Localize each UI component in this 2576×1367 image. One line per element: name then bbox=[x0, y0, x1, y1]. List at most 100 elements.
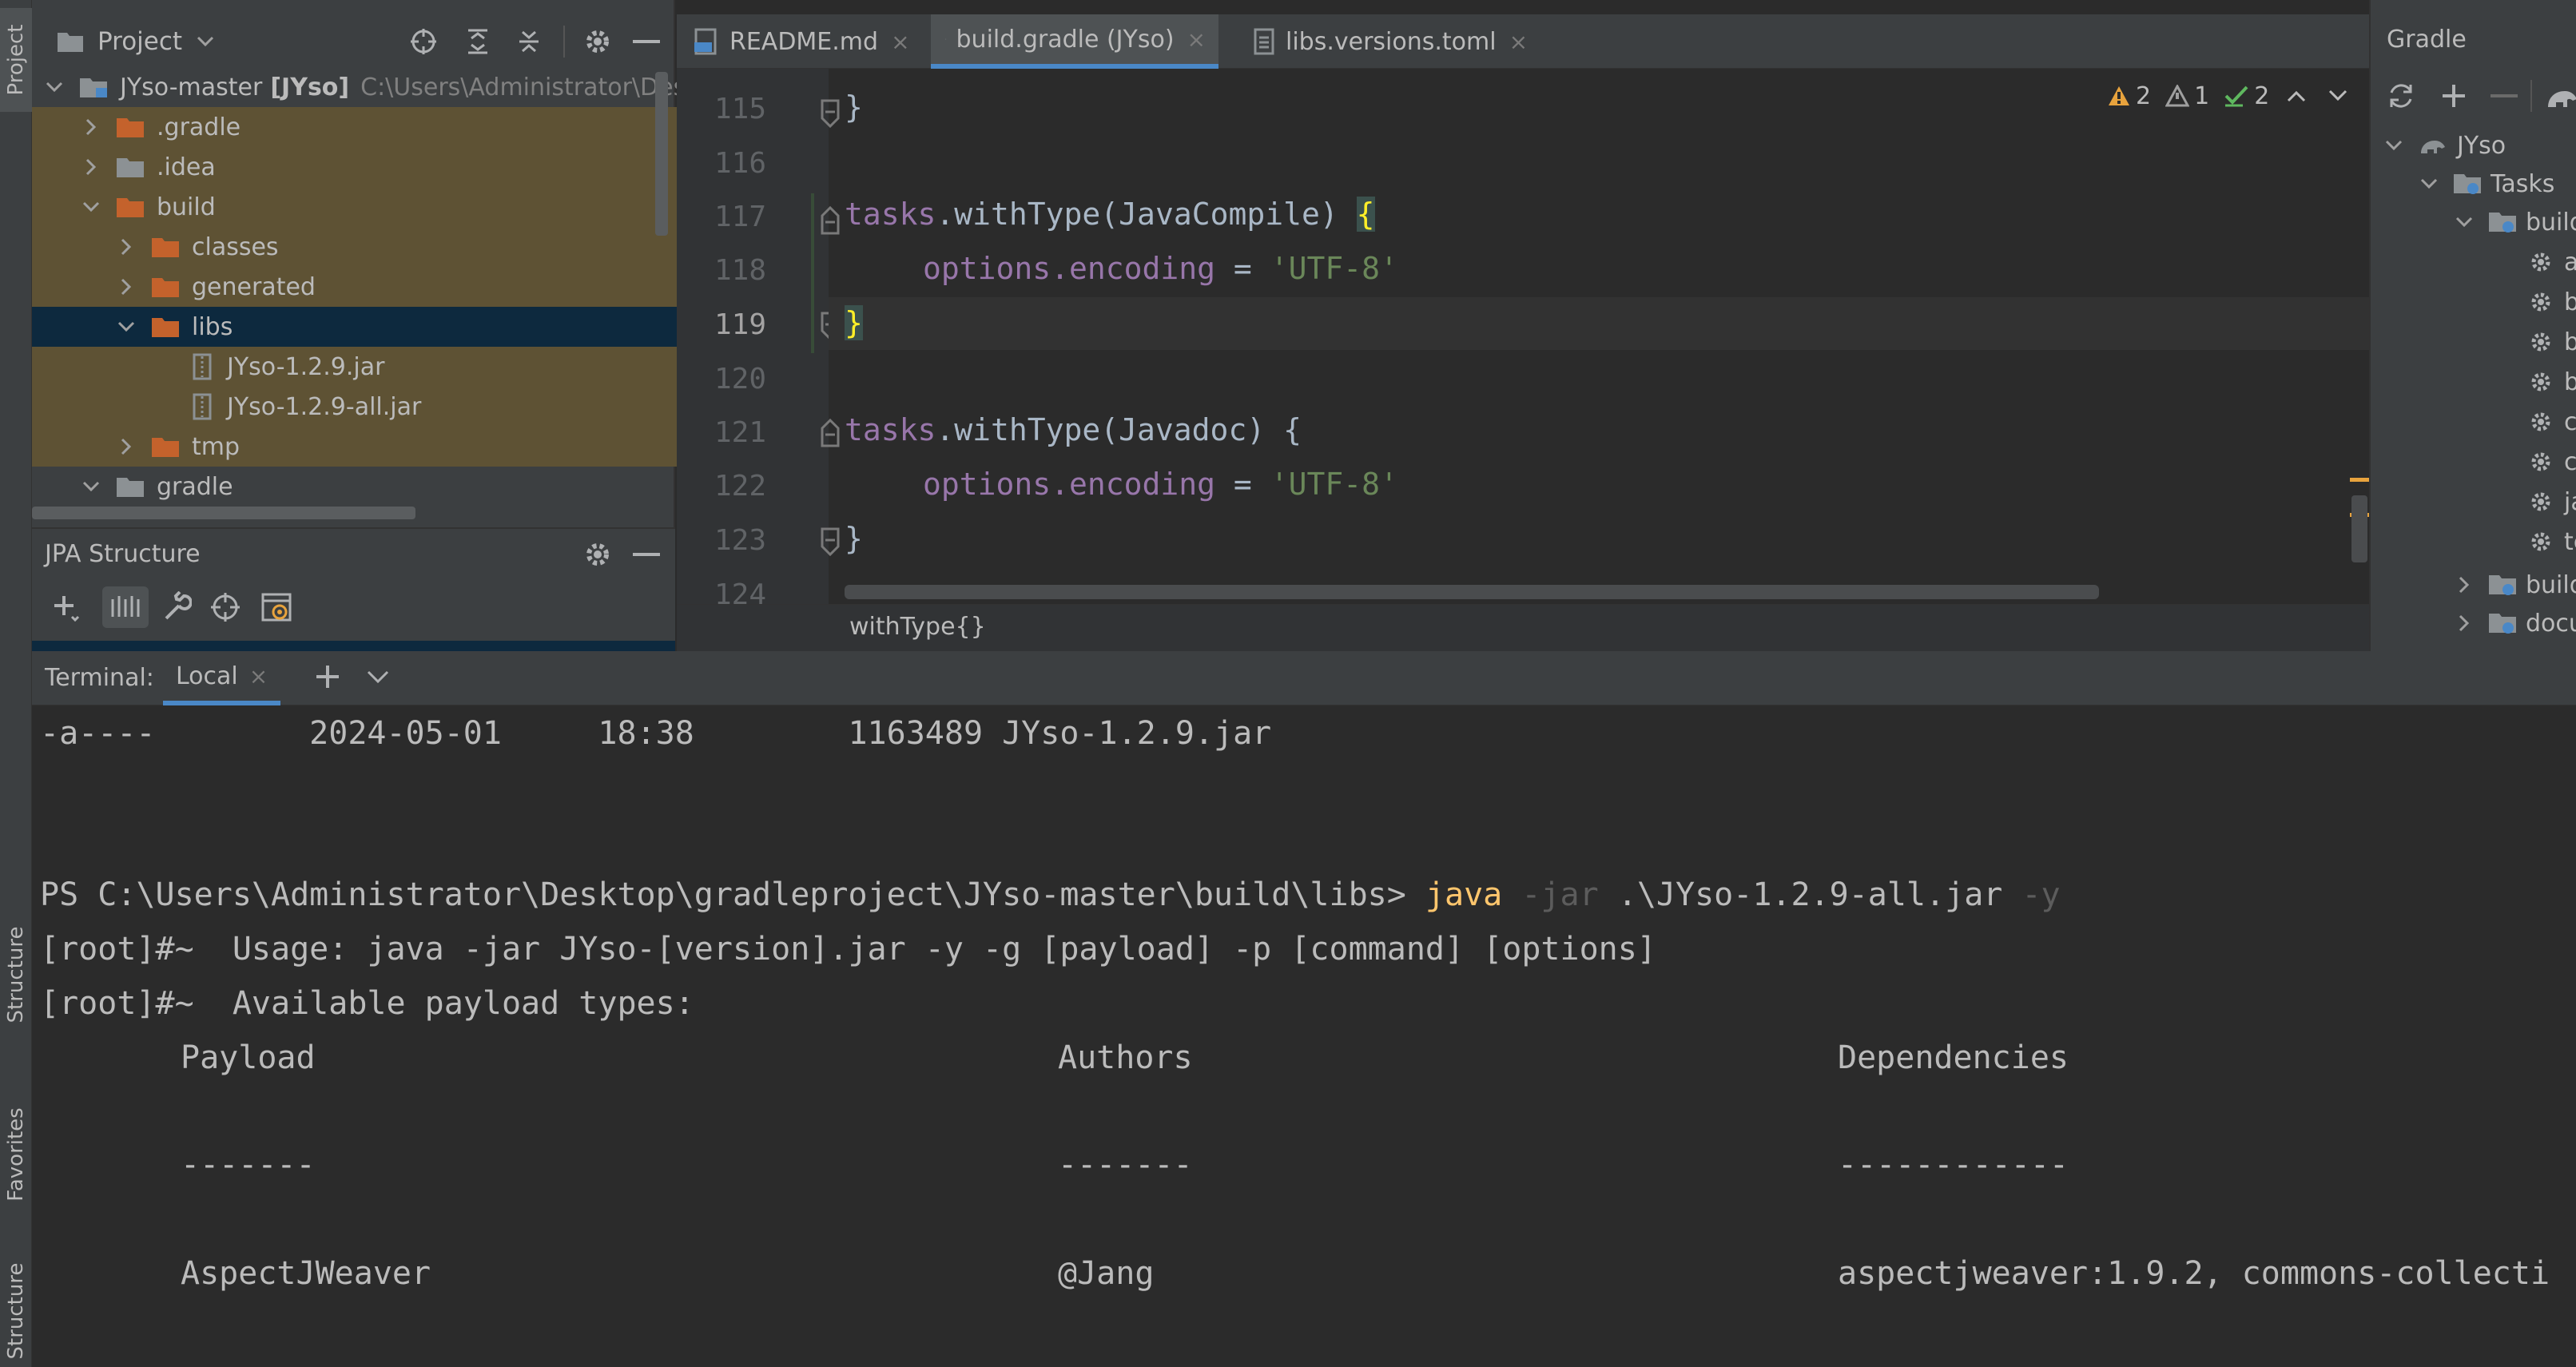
line-number: 123 bbox=[714, 524, 766, 557]
tree-item-classes[interactable]: classes bbox=[32, 227, 736, 267]
jpa-structure-title: JPA Structure bbox=[45, 540, 201, 568]
editor-vertical-scrollbar[interactable] bbox=[2351, 495, 2367, 562]
gradle-tree-build-group[interactable]: build bbox=[2455, 205, 2576, 240]
wrench-icon[interactable] bbox=[160, 591, 192, 623]
tree-item-label: JYso-master bbox=[120, 73, 263, 101]
gradle-task[interactable]: a bbox=[2529, 246, 2576, 278]
structure-bottom-tool-tab[interactable]: Structure bbox=[0, 1254, 32, 1367]
folder-icon bbox=[117, 478, 144, 497]
line-number: 118 bbox=[714, 254, 766, 287]
code-line-115[interactable]: } bbox=[845, 89, 863, 125]
add-icon[interactable] bbox=[50, 591, 81, 623]
horizontal-scrollbar[interactable] bbox=[32, 507, 415, 519]
expand-all-icon[interactable] bbox=[463, 27, 492, 56]
view-options-icon[interactable] bbox=[260, 591, 292, 623]
fold-end-icon[interactable] bbox=[819, 526, 841, 558]
tree-item-tmp[interactable]: tmp bbox=[32, 427, 736, 467]
project-view-selector[interactable]: Project bbox=[56, 14, 214, 69]
tree-item-generated[interactable]: generated bbox=[32, 267, 736, 307]
tab-label: build.gradle (JYso) bbox=[956, 25, 1175, 54]
project-tool-tab[interactable]: Project bbox=[0, 8, 32, 112]
code-line-121[interactable]: tasks.withType(Javadoc) { bbox=[845, 412, 1302, 447]
gradle-task[interactable]: ja bbox=[2529, 486, 2576, 518]
code-token: } bbox=[845, 521, 863, 556]
gradle-elephant-icon[interactable] bbox=[2545, 85, 2576, 110]
add-icon[interactable] bbox=[2439, 81, 2468, 110]
tab-readme[interactable]: README.md × bbox=[693, 14, 920, 69]
gradle-tree-build-setup[interactable]: build bbox=[2455, 567, 2576, 602]
tree-item-build[interactable]: build bbox=[32, 187, 701, 227]
code-line-122[interactable]: options.encoding = 'UTF-8' bbox=[923, 467, 1398, 502]
gear-icon bbox=[2531, 452, 2550, 471]
fold-end-icon[interactable] bbox=[819, 97, 841, 129]
close-icon[interactable]: × bbox=[1187, 26, 1206, 53]
gradle-task[interactable]: b bbox=[2529, 286, 2576, 318]
gradle-tree-label: docu bbox=[2526, 609, 2576, 638]
code-line-119[interactable]: } bbox=[845, 305, 863, 340]
module-folder-icon bbox=[80, 78, 107, 97]
add-terminal-icon[interactable] bbox=[313, 662, 342, 691]
gear-icon[interactable] bbox=[583, 540, 612, 569]
tree-item-label: libs bbox=[192, 312, 233, 341]
gradle-task[interactable]: b bbox=[2529, 326, 2576, 358]
breadcrumb-item[interactable]: withType{} bbox=[849, 613, 986, 641]
gradle-tree-tasks[interactable]: Tasks bbox=[2420, 166, 2554, 201]
terminal-panel: Terminal: Local × -a---- 2024-05-01 18:3… bbox=[32, 651, 2576, 1367]
code-token: tasks bbox=[845, 197, 936, 232]
line-number-current: 119 bbox=[714, 308, 766, 341]
vertical-scrollbar[interactable] bbox=[655, 72, 668, 236]
code-line-117[interactable]: tasks.withType(JavaCompile) { bbox=[845, 197, 1375, 232]
code-string: 'UTF-8' bbox=[1270, 251, 1398, 286]
terminal-tab-local[interactable]: Local × bbox=[163, 651, 281, 705]
folder-icon bbox=[152, 278, 179, 297]
tree-item-label: JYso-1.2.9.jar bbox=[227, 352, 385, 381]
chevron-up-icon[interactable] bbox=[2287, 89, 2306, 102]
chevron-down-icon[interactable] bbox=[2328, 89, 2347, 102]
tree-item-idea[interactable]: .idea bbox=[32, 147, 701, 187]
fold-start-icon[interactable] bbox=[819, 205, 841, 236]
tree-item-project-root[interactable]: JYso-master [JYso] C:\Users\Administrato… bbox=[32, 67, 700, 107]
close-icon[interactable]: × bbox=[1509, 29, 1528, 55]
gear-icon bbox=[2531, 492, 2550, 511]
terminal-command: java bbox=[1425, 876, 1503, 913]
fold-start-icon[interactable] bbox=[819, 417, 841, 449]
chevron-down-icon[interactable] bbox=[366, 669, 390, 685]
tree-item-gradle[interactable]: gradle bbox=[32, 467, 701, 507]
gradle-tree-project[interactable]: JYso bbox=[2385, 128, 2506, 163]
terminal-command-line[interactable]: PS C:\Users\Administrator\Desktop\gradle… bbox=[40, 876, 2061, 913]
terminal-prompt: PS C:\Users\Administrator\Desktop\gradle… bbox=[40, 876, 1425, 913]
minimize-icon[interactable] bbox=[633, 40, 660, 45]
code-line-123[interactable]: } bbox=[845, 521, 863, 556]
tree-item-gradle-dir[interactable]: .gradle bbox=[32, 107, 701, 147]
minimize-icon[interactable] bbox=[633, 553, 660, 558]
close-icon[interactable]: × bbox=[249, 663, 268, 689]
locate-icon[interactable] bbox=[209, 591, 241, 623]
locate-icon[interactable] bbox=[409, 27, 438, 56]
chevron-right-icon bbox=[85, 158, 97, 176]
ok-count: 2 bbox=[2254, 81, 2270, 110]
markdown-file-icon bbox=[694, 28, 717, 55]
close-icon[interactable]: × bbox=[891, 29, 909, 55]
gradle-task[interactable]: c bbox=[2529, 446, 2576, 478]
tab-libs-versions[interactable]: libs.versions.toml × bbox=[1252, 14, 1528, 69]
refresh-icon[interactable] bbox=[2387, 81, 2415, 110]
tree-item-libs[interactable]: libs bbox=[32, 307, 736, 347]
structure-tool-tab[interactable]: Structure bbox=[0, 911, 32, 1039]
favorites-tool-tab[interactable]: Favorites bbox=[0, 1087, 32, 1222]
gradle-task[interactable]: b bbox=[2529, 366, 2576, 398]
collapse-all-icon[interactable] bbox=[515, 27, 543, 56]
gradle-task[interactable]: c bbox=[2529, 406, 2576, 438]
editor-horizontal-scrollbar[interactable] bbox=[845, 585, 2099, 599]
folder-icon bbox=[152, 238, 179, 257]
gear-icon[interactable] bbox=[583, 27, 612, 56]
hierarchy-toggle-button[interactable] bbox=[102, 586, 149, 628]
chevron-right-icon bbox=[121, 238, 132, 256]
jar-icon bbox=[193, 393, 212, 420]
inspection-widget[interactable]: 2 1 2 bbox=[2107, 80, 2347, 112]
remove-icon[interactable] bbox=[2491, 94, 2518, 99]
terminal-argument: -jar bbox=[1502, 876, 1599, 913]
code-line-118[interactable]: options.encoding = 'UTF-8' bbox=[923, 251, 1398, 286]
gradle-task[interactable]: te bbox=[2529, 526, 2576, 558]
gradle-tree-documentation[interactable]: docu bbox=[2455, 606, 2576, 641]
tab-build-gradle[interactable]: build.gradle (JYso) × bbox=[931, 14, 1218, 69]
